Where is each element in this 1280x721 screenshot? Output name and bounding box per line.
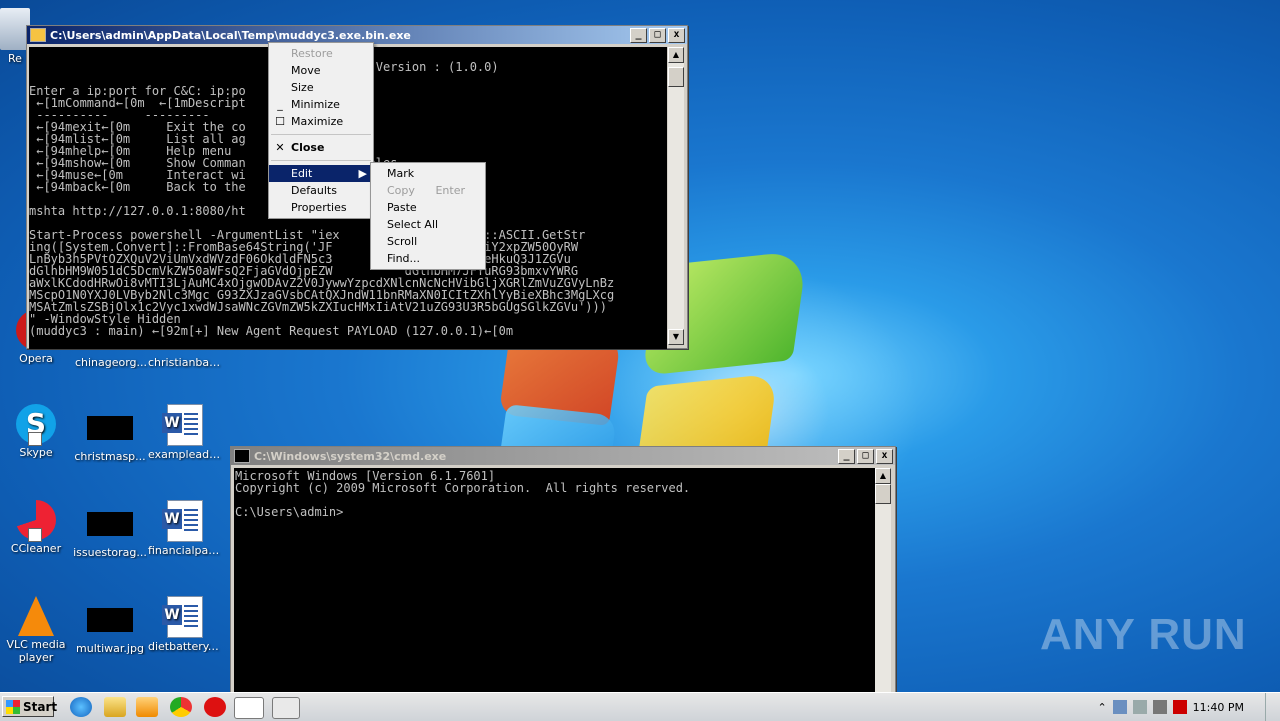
- minimize-button[interactable]: _: [838, 448, 855, 464]
- desktop-icon-label: Opera: [19, 352, 53, 365]
- console-app-icon: [234, 449, 250, 463]
- desktop-icon-label: Skype: [19, 446, 53, 459]
- desktop-icon-ccleaner[interactable]: CCleaner: [0, 500, 73, 555]
- menu-item-edit[interactable]: Edit ▶: [269, 165, 373, 182]
- menu-item-maximize[interactable]: ☐ Maximize: [269, 113, 373, 130]
- menu-item-paste[interactable]: Paste: [371, 199, 485, 216]
- desktop-icon-multiwar[interactable]: multiwar.jpg: [73, 596, 147, 655]
- maximize-button[interactable]: □: [857, 448, 874, 464]
- scroll-up-icon[interactable]: ▲: [668, 47, 684, 63]
- cmd-console-output[interactable]: Microsoft Windows [Version 6.1.7601] Copy…: [234, 468, 876, 697]
- folder-icon[interactable]: [104, 697, 126, 717]
- desktop-icon-christmasp[interactable]: christmasp...: [73, 404, 147, 463]
- menu-item-move[interactable]: Move: [269, 62, 373, 79]
- word-document-icon: [162, 404, 203, 446]
- desktop-icon-issuestorag[interactable]: issuestorag...: [73, 500, 147, 559]
- exe-app-icon: [30, 28, 46, 42]
- desktop-icon-label: multiwar.jpg: [76, 642, 144, 655]
- opera-icon[interactable]: [204, 697, 226, 717]
- file-thumbnail-icon: [87, 608, 133, 632]
- scroll-thumb[interactable]: [668, 67, 684, 87]
- word-document-icon: [162, 500, 203, 542]
- shortcut-arrow-icon: [28, 528, 42, 542]
- start-button[interactable]: Start: [2, 696, 57, 717]
- menu-item-close[interactable]: ✕ Close: [269, 139, 373, 156]
- show-hidden-icons-icon[interactable]: ⌃: [1097, 701, 1106, 714]
- system-tray: ⌃ 11:40 PM: [1097, 696, 1244, 718]
- desktop-icon-exampleads[interactable]: exampleads....: [148, 404, 222, 461]
- chrome-icon[interactable]: [170, 697, 192, 717]
- menu-separator: [271, 134, 371, 135]
- scroll-down-icon[interactable]: ▼: [668, 329, 684, 345]
- cmd-window[interactable]: C:\Windows\system32\cmd.exe _ □ x Micros…: [230, 446, 896, 697]
- desktop-icon-label: financialpar...: [148, 544, 222, 557]
- desktop-icon-label: VLC media player: [6, 638, 66, 664]
- desktop-icon-label: dietbattery.rtf: [148, 640, 222, 653]
- file-thumbnail-icon: [87, 416, 133, 440]
- system-menu[interactable]: Restore Move Size _ Minimize ☐ Maximize ✕ C…: [268, 42, 374, 219]
- desktop-icon-dietbattery[interactable]: dietbattery.rtf: [148, 596, 222, 653]
- menu-item-copy[interactable]: Copy Enter: [371, 182, 485, 199]
- network-icon[interactable]: [1112, 700, 1127, 714]
- muddyc3-scrollbar[interactable]: ▲ ▼: [668, 47, 684, 345]
- taskbar-button-cmd[interactable]: [272, 697, 300, 719]
- minimize-icon: _: [277, 98, 283, 111]
- word-document-icon: [162, 596, 203, 638]
- desktop-icon-skype[interactable]: S Skype: [0, 404, 73, 459]
- scroll-thumb[interactable]: [875, 484, 891, 504]
- ccleaner-icon: [16, 500, 56, 542]
- media-player-icon[interactable]: [136, 697, 158, 717]
- taskbar-button-muddyc3[interactable]: [234, 697, 264, 719]
- console-line: Copyright (c) 2009 Microsoft Corporation…: [235, 481, 691, 495]
- vlc-cone-icon: [18, 596, 54, 636]
- flag-icon[interactable]: [1132, 700, 1147, 714]
- menu-item-size[interactable]: Size: [269, 79, 373, 96]
- menu-item-defaults[interactable]: Defaults: [269, 182, 373, 199]
- desktop-icon-financialpar[interactable]: financialpar...: [148, 500, 222, 557]
- desktop-icon-label: christianban...: [148, 356, 222, 369]
- console-line: (muddyc3 : main) ←[92m[+] New Agent Requ…: [29, 324, 514, 338]
- show-desktop-button[interactable]: [1265, 693, 1280, 721]
- maximize-button[interactable]: □: [649, 27, 666, 43]
- desktop-icon-label: issuestorag...: [73, 546, 147, 559]
- console-line: C:\Users\admin>: [235, 505, 344, 519]
- desktop-icon-label: CCleaner: [10, 542, 62, 555]
- close-button[interactable]: x: [668, 27, 685, 43]
- maximize-icon: ☐: [275, 115, 285, 128]
- menu-item-find[interactable]: Find...: [371, 250, 485, 267]
- submenu-arrow-icon: ▶: [358, 167, 367, 180]
- security-alert-icon[interactable]: [1172, 700, 1187, 714]
- taskbar: Start ⌃ 11:40 PM: [0, 692, 1280, 721]
- internet-explorer-icon[interactable]: [70, 697, 92, 717]
- cmd-window-title: C:\Windows\system32\cmd.exe: [254, 449, 447, 463]
- anyrun-watermark: ANY RUN: [1040, 610, 1247, 659]
- menu-item-properties[interactable]: Properties: [269, 199, 373, 216]
- menu-item-scroll[interactable]: Scroll: [371, 233, 485, 250]
- speaker-icon[interactable]: [1152, 700, 1167, 714]
- cmd-scrollbar[interactable]: ▲: [875, 468, 891, 693]
- desktop-icon-vlc[interactable]: VLC media player: [0, 596, 73, 664]
- cmd-titlebar[interactable]: C:\Windows\system32\cmd.exe _ □ x: [231, 447, 895, 465]
- menu-separator: [271, 160, 371, 161]
- clock[interactable]: 11:40 PM: [1193, 701, 1244, 714]
- menu-item-mark[interactable]: Mark: [371, 165, 485, 182]
- shortcut-arrow-icon: [28, 432, 42, 446]
- desktop-icon-label: christmasp...: [74, 450, 146, 463]
- menu-item-restore[interactable]: Restore: [269, 45, 373, 62]
- menu-item-minimize[interactable]: _ Minimize: [269, 96, 373, 113]
- skype-icon: S: [16, 404, 56, 446]
- muddyc3-window-title: C:\Users\admin\AppData\Local\Temp\muddyc…: [50, 28, 411, 42]
- desktop-icon-label: chinageorg...: [74, 356, 148, 369]
- file-thumbnail-icon: [87, 512, 133, 536]
- scroll-up-icon[interactable]: ▲: [875, 468, 891, 484]
- minimize-button[interactable]: _: [630, 27, 647, 43]
- close-icon: ✕: [275, 141, 285, 154]
- menu-item-select-all[interactable]: Select All: [371, 216, 485, 233]
- close-button[interactable]: x: [876, 448, 893, 464]
- edit-submenu[interactable]: Mark Copy Enter Paste Select All Scroll F…: [370, 162, 486, 270]
- desktop-icon-label: exampleads....: [148, 448, 222, 461]
